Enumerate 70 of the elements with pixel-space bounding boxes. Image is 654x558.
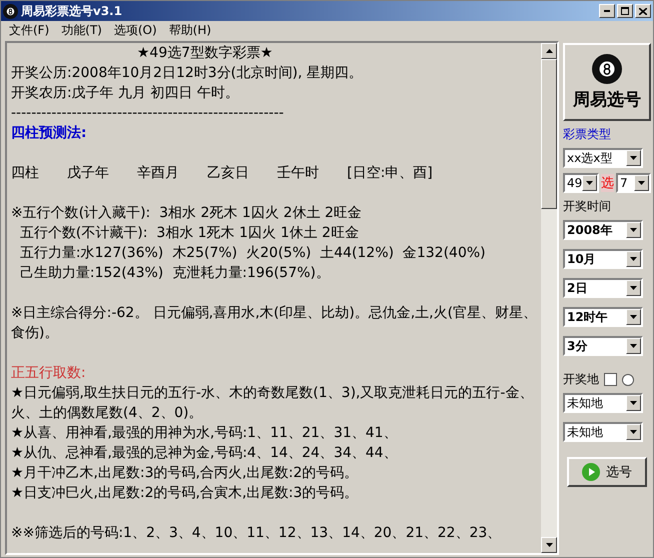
draw-place-label: 开奖地	[563, 371, 599, 388]
text-area[interactable]	[5, 41, 559, 555]
dropdown[interactable]: 2008年	[563, 220, 643, 240]
text-line: ★月干冲乙木,出尾数:3的号码,合丙火,出尾数:2的号码。	[11, 464, 360, 483]
pillar-text: 乙亥日	[207, 164, 249, 183]
down-arrow-icon	[586, 181, 594, 185]
radio-button[interactable]	[622, 374, 634, 386]
checkbox[interactable]	[604, 373, 617, 386]
eight-ball-icon	[592, 54, 622, 84]
dropdown[interactable]: 7	[616, 173, 651, 193]
dropdown[interactable]: 未知地	[563, 393, 643, 413]
text-line: ※五行个数(计入藏干): 3相水 2死木 1囚火 2休土 2旺金	[11, 204, 363, 223]
text-line: ※※筛选后的号码:1、2、3、4、10、11、12、13、14、20、21、22、23、	[11, 524, 502, 543]
dropdown[interactable]: 12时午	[563, 307, 643, 327]
window-title: 周易彩票选号v3.1	[21, 2, 124, 20]
minimize-button[interactable]	[599, 4, 615, 18]
menu-item[interactable]: 功能(T)	[57, 22, 106, 38]
dashed-rule: ------------------------------------------------------	[11, 104, 285, 123]
down-arrow-icon	[638, 181, 645, 185]
maximize-icon	[621, 7, 629, 15]
pillar-text: 四柱	[11, 164, 39, 183]
up-arrow-icon	[546, 49, 552, 53]
pillar-text: 辛酉月	[137, 164, 179, 183]
text-line: ★日元偏弱,取生扶日元的五行-水、木的奇数尾数(1、3),又取克泄耗日元的五行-金、火、土的偶数尾数(4、2、0)。	[11, 384, 534, 423]
play-icon	[582, 463, 600, 481]
down-arrow-icon	[630, 344, 637, 348]
pillar-text: [日空:申、酉]	[347, 164, 433, 183]
close-button[interactable]	[635, 4, 651, 18]
pillar-text: 戊子年	[67, 164, 109, 183]
dropdown[interactable]: 10月	[563, 249, 643, 269]
heading: 四柱预测法:	[11, 124, 88, 143]
text-line: 开奖公历:2008年10月2日12时3分(北京时间), 星期四。	[11, 64, 364, 83]
text-line: 五行个数(不计藏干): 3相水 1死木 1囚火 1休土 2旺金	[18, 224, 360, 243]
dropdown[interactable]: 3分	[563, 336, 643, 356]
scroll-thumb[interactable]	[541, 59, 557, 209]
eight-ball-icon	[3, 4, 18, 18]
dropdown[interactable]: 未知地	[563, 422, 643, 442]
down-arrow-icon	[630, 430, 637, 434]
menu-item[interactable]: 选项(O)	[110, 22, 161, 38]
logo-button[interactable]: 周易选号	[563, 43, 651, 121]
menu-item[interactable]: 文件(F)	[5, 22, 54, 38]
maximize-button[interactable]	[617, 4, 633, 18]
down-arrow-icon	[630, 286, 637, 290]
text-line: ★从仇、忌神看,最强的忌神为金,号码:4、14、24、34、44、	[11, 444, 398, 463]
text-line: 开奖农历:戊子年 九月 初四日 午时。	[11, 84, 240, 103]
down-arrow-icon	[630, 401, 637, 405]
down-arrow-icon	[630, 315, 637, 319]
dropdown[interactable]: 2日	[563, 278, 643, 298]
down-arrow-icon	[630, 228, 637, 232]
down-arrow-icon	[630, 156, 637, 160]
scrollbar[interactable]	[541, 43, 557, 553]
heading: 正五行取数:	[11, 364, 87, 383]
close-icon	[639, 8, 647, 14]
dropdown[interactable]: 49	[563, 173, 599, 193]
menu-item[interactable]: 帮助(H)	[164, 22, 216, 38]
text-line: 五行力量:水127(36%) 木25(7%) 火20(5%) 土44(12%) 金132(40%)	[18, 244, 487, 263]
down-arrow-icon	[546, 543, 552, 547]
minimize-icon	[604, 10, 610, 12]
pick-label: 选	[601, 174, 614, 192]
dropdown[interactable]: xx选x型	[563, 148, 643, 168]
lottery-type-label: 彩票类型	[563, 126, 612, 143]
down-arrow-icon	[630, 257, 637, 261]
pillar-text: 壬午时	[277, 164, 319, 183]
heading: ★49选7型数字彩票★	[136, 44, 274, 63]
text-line: ※日主综合得分:-62。 日元偏弱,喜用水,木(印星、比劫)。忌仇金,土,火(官星、财星、食伤)。	[11, 304, 537, 343]
draw-time-label: 开奖时间	[563, 198, 612, 215]
text-line: 己生助力量:152(43%) 克泄耗力量:196(57%)。	[18, 264, 331, 283]
select-numbers-button[interactable]: 选号	[567, 457, 647, 487]
text-line: ★日支冲巳火,出尾数:2的号码,合寅木,出尾数:3的号码。	[11, 484, 360, 503]
text-line: ★从喜、用神看,最强的用神为水,号码:1、11、21、31、41、	[11, 424, 398, 443]
